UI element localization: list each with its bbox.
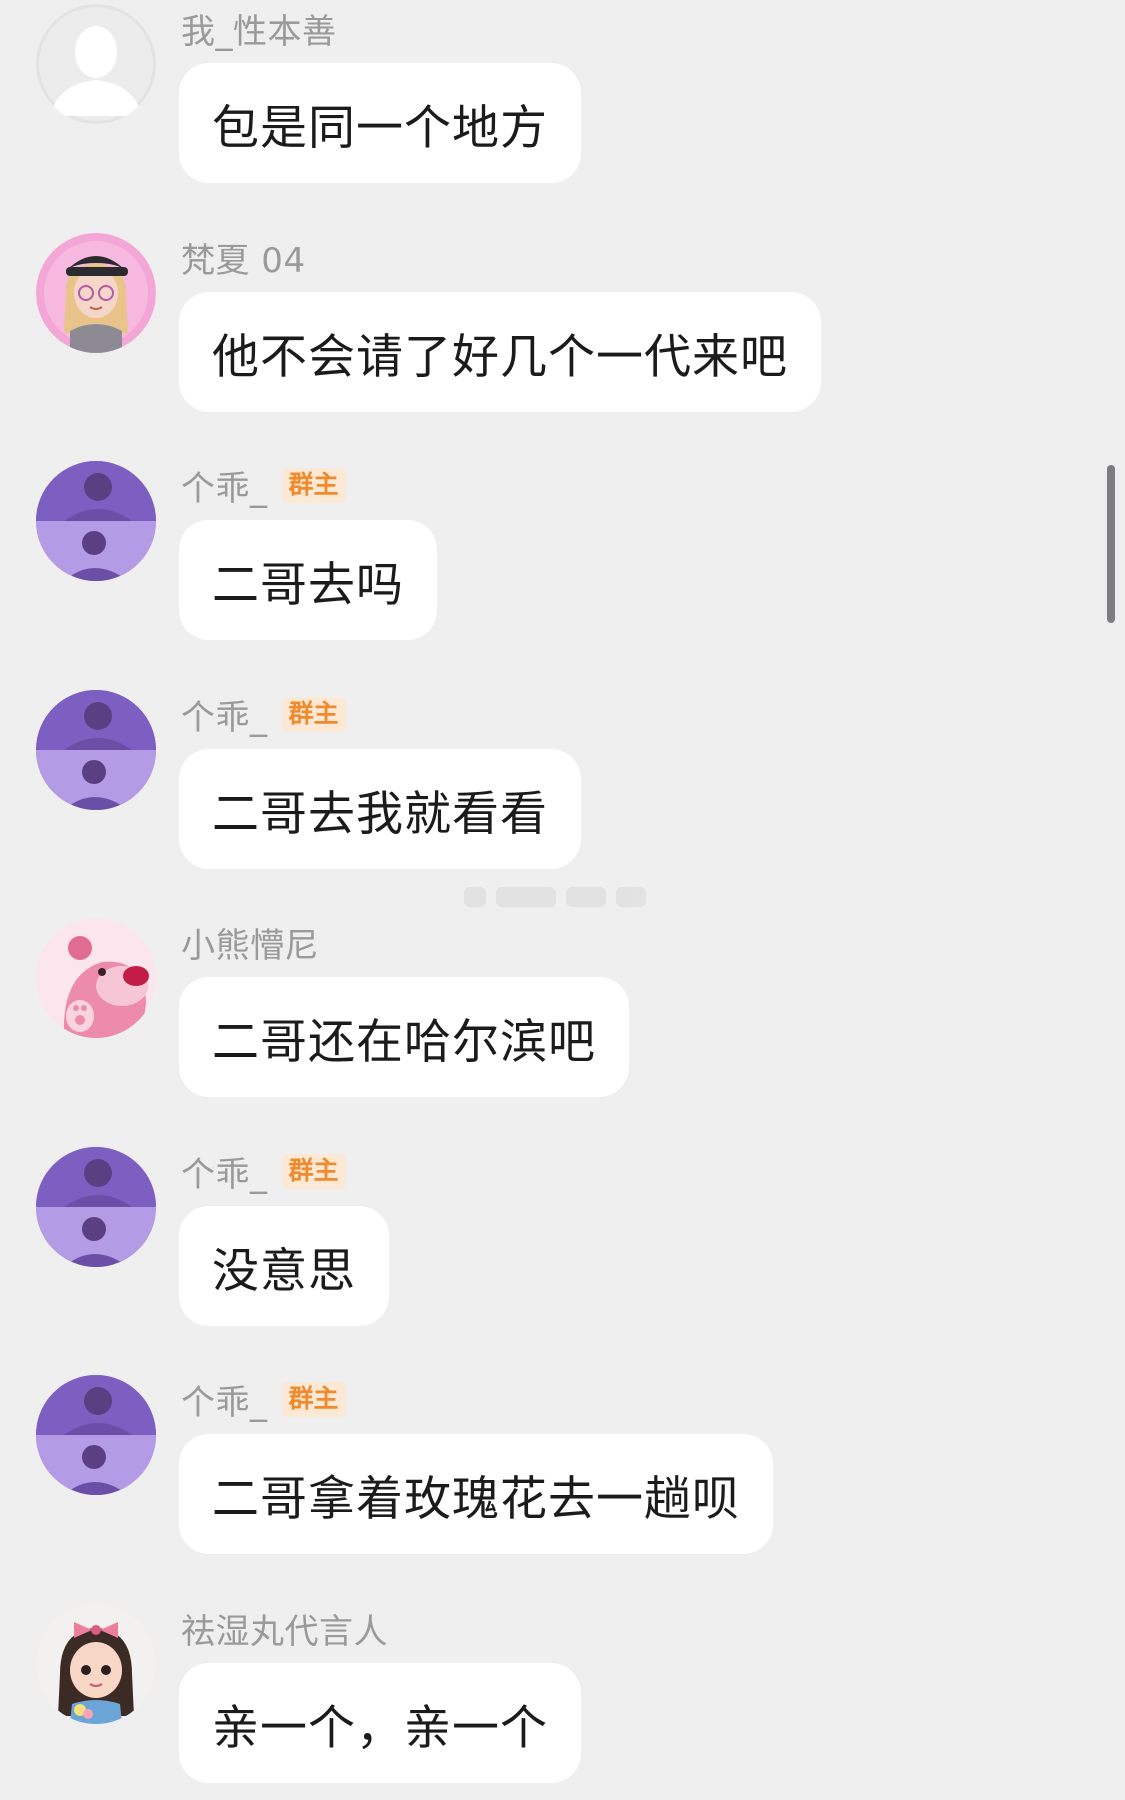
sender-name[interactable]: 小熊懵尼 xyxy=(181,918,319,967)
chat-message: 我_性本善 包是同一个地方 xyxy=(0,0,1080,200)
sender-name[interactable]: 个乖_ xyxy=(181,690,268,739)
watermark-mark xyxy=(464,887,486,907)
message-bubble[interactable]: 没意思 xyxy=(179,1206,389,1326)
chat-message: 祛湿丸代言人 亲一个，亲一个 xyxy=(0,1600,1080,1800)
message-text: 二哥还在哈尔滨吧 xyxy=(212,1014,596,1070)
group-owner-badge: 群主 xyxy=(281,696,346,732)
sender-name[interactable]: 祛湿丸代言人 xyxy=(181,1604,388,1653)
blurred-watermark xyxy=(464,880,659,914)
sender-name[interactable]: 梵夏 04 xyxy=(181,233,306,282)
chat-message: 个乖_ 群主 二哥去我就看看 xyxy=(0,686,1080,886)
sender-row: 个乖_ 群主 xyxy=(181,1375,346,1424)
message-text: 包是同一个地方 xyxy=(212,100,548,156)
avatar-pink-bear-icon[interactable] xyxy=(36,918,156,1038)
message-bubble[interactable]: 二哥去我就看看 xyxy=(179,749,581,869)
avatar-purple-photo-icon[interactable] xyxy=(36,1375,156,1495)
sender-row: 个乖_ 群主 xyxy=(181,461,346,510)
message-text: 二哥去我就看看 xyxy=(212,786,548,842)
chat-message: 梵夏 04 他不会请了好几个一代来吧 xyxy=(0,229,1080,429)
message-text: 二哥去吗 xyxy=(212,557,404,613)
chat-message: 个乖_ 群主 没意思 xyxy=(0,1143,1080,1343)
sender-row: 小熊懵尼 xyxy=(181,918,319,967)
group-owner-badge: 群主 xyxy=(281,1153,346,1189)
message-bubble[interactable]: 他不会请了好几个一代来吧 xyxy=(179,292,821,412)
avatar-purple-photo-icon[interactable] xyxy=(36,1147,156,1267)
message-text: 他不会请了好几个一代来吧 xyxy=(212,329,788,385)
group-owner-badge: 群主 xyxy=(281,1381,346,1417)
group-owner-badge: 群主 xyxy=(281,467,346,503)
avatar-default-person-icon[interactable] xyxy=(36,4,156,124)
avatar-cartoon-girl-bow-icon[interactable] xyxy=(36,1604,156,1724)
sender-name[interactable]: 我_性本善 xyxy=(181,4,337,53)
sender-row: 我_性本善 xyxy=(181,4,337,53)
chat-message: 个乖_ 群主 二哥去吗 xyxy=(0,457,1080,657)
message-text: 没意思 xyxy=(212,1243,356,1299)
sender-row: 个乖_ 群主 xyxy=(181,1147,346,1196)
watermark-mark xyxy=(496,887,556,907)
avatar-cartoon-girl-icon[interactable] xyxy=(36,233,156,353)
sender-row: 个乖_ 群主 xyxy=(181,690,346,739)
sender-name[interactable]: 个乖_ xyxy=(181,1147,268,1196)
chat-message: 小熊懵尼 二哥还在哈尔滨吧 xyxy=(0,914,1080,1114)
message-bubble[interactable]: 二哥去吗 xyxy=(179,520,437,640)
message-text: 二哥拿着玫瑰花去一趟呗 xyxy=(212,1471,740,1527)
avatar-purple-photo-icon[interactable] xyxy=(36,690,156,810)
message-bubble[interactable]: 亲一个，亲一个 xyxy=(179,1663,581,1783)
sender-row: 祛湿丸代言人 xyxy=(181,1604,388,1653)
sender-row: 梵夏 04 xyxy=(181,233,306,282)
avatar-purple-photo-icon[interactable] xyxy=(36,461,156,581)
sender-name[interactable]: 个乖_ xyxy=(181,461,268,510)
message-bubble[interactable]: 二哥拿着玫瑰花去一趟呗 xyxy=(179,1434,773,1554)
sender-name[interactable]: 个乖_ xyxy=(181,1375,268,1424)
watermark-mark xyxy=(566,887,606,907)
message-bubble[interactable]: 二哥还在哈尔滨吧 xyxy=(179,977,629,1097)
chat-message: 个乖_ 群主 二哥拿着玫瑰花去一趟呗 xyxy=(0,1371,1080,1571)
message-text: 亲一个，亲一个 xyxy=(212,1700,548,1756)
watermark-mark xyxy=(616,887,646,907)
message-bubble[interactable]: 包是同一个地方 xyxy=(179,63,581,183)
scrollbar[interactable] xyxy=(1107,465,1115,623)
